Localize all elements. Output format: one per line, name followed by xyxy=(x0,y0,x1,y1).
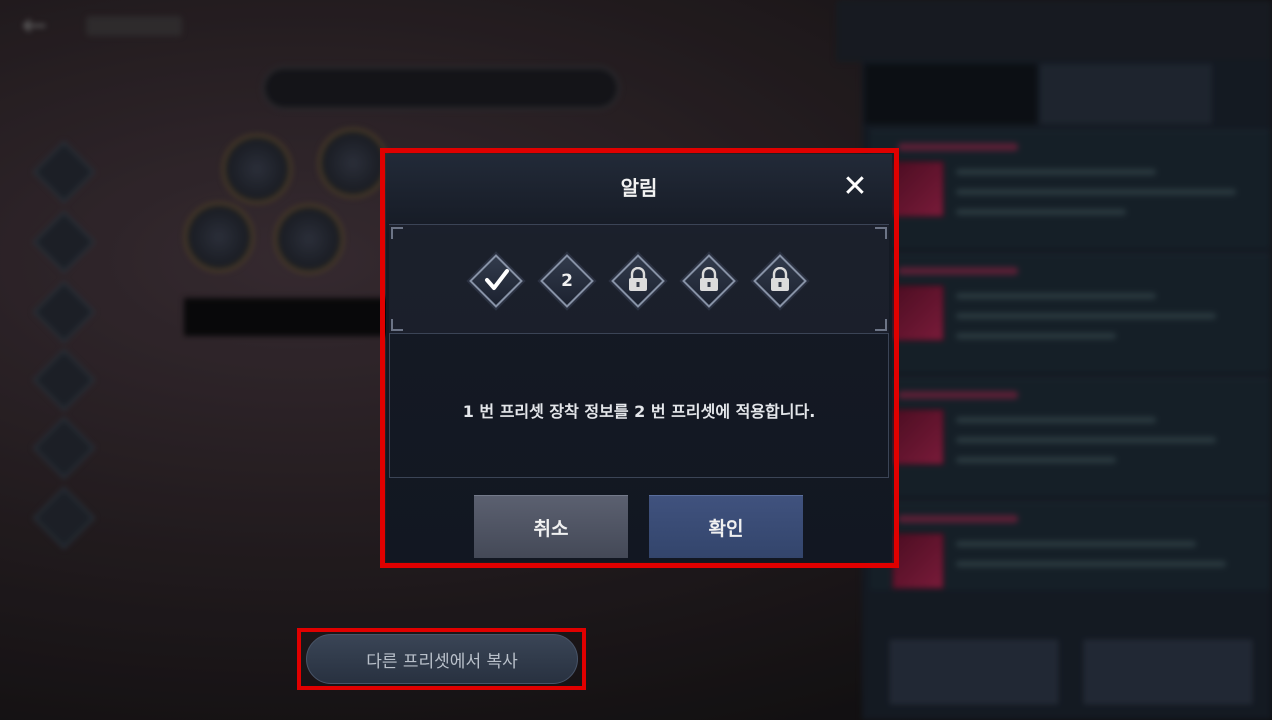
dialog-message: 1 번 프리셋 장착 정보를 2 번 프리셋에 적용합니다. xyxy=(462,402,816,421)
dialog-title: 알림 xyxy=(620,176,658,200)
lock-icon xyxy=(629,267,647,291)
corner-ornament xyxy=(875,227,887,239)
preset-3 xyxy=(611,254,665,308)
corner-ornament xyxy=(391,227,403,239)
check-icon xyxy=(485,269,509,290)
corner-ornament xyxy=(391,319,403,331)
cancel-button[interactable]: 취소 xyxy=(474,495,628,558)
preset-2[interactable]: 2 xyxy=(540,254,594,308)
close-icon[interactable]: ✕ xyxy=(838,170,872,204)
preset-5 xyxy=(753,254,807,308)
game-screen: ← 다른 프리셋에서 복사 알림 ✕ 2 1 번 프리셋 장착 정보를 2 번 … xyxy=(0,0,1272,720)
preset-1[interactable] xyxy=(469,254,523,308)
lock-icon xyxy=(700,267,718,291)
copy-from-preset-button[interactable]: 다른 프리셋에서 복사 xyxy=(306,634,578,684)
preset-number: 2 xyxy=(561,271,573,291)
confirm-button[interactable]: 확인 xyxy=(649,495,803,558)
lock-icon xyxy=(771,267,789,291)
alert-dialog: 알림 ✕ 2 1 번 프리셋 장착 정보를 2 번 프리셋에 적용합니다. 취소… xyxy=(386,154,892,562)
corner-ornament xyxy=(875,319,887,331)
preset-4 xyxy=(682,254,736,308)
